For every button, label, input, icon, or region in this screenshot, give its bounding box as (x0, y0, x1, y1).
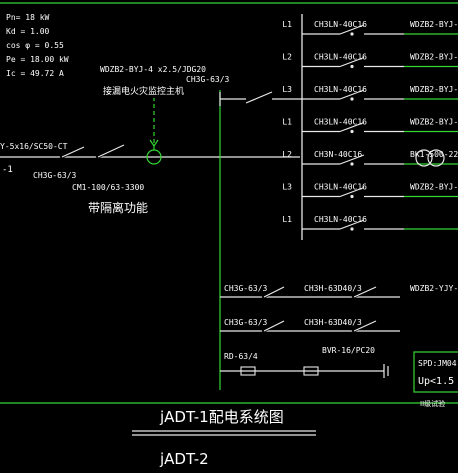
incoming-line: Y-5x16/SC50-CT -1 CH3G-63/3 CM1-100/63-3… (0, 65, 302, 390)
param-kd: Kd = 1.00 (6, 27, 50, 36)
branch-phase-label: L2 (282, 150, 292, 159)
param-pn: Pn= 18 kW (6, 13, 50, 22)
branch-breaker-label: CH3LN-40C16 (314, 20, 367, 29)
title-main: jADT-1配电系统图 (159, 408, 284, 426)
lower-b-breaker-label: CH3G-63/3 (224, 318, 268, 327)
branch-contact-dot (350, 227, 354, 231)
lower-a-rcd-label: CH3H-63D40/3 (304, 284, 362, 293)
branch-contact-dot (350, 32, 354, 36)
branch-breaker-label: CH3LN-40C16 (314, 85, 367, 94)
branch-phase-label: L1 (282, 118, 292, 127)
breaker-2-label: CH3G-63/3 (186, 75, 230, 84)
branch-phase-label: L3 (282, 183, 292, 192)
spd-line1: SPD:JM04 (418, 359, 457, 368)
branch-breaker-label: CH3LN-40C16 (314, 183, 367, 192)
fire-note: 接漏电火灾监控主机 (103, 85, 184, 97)
spd-note: II级试验 (420, 399, 445, 408)
branch-circuits: L1 CH3LN-40C16 WDZB2-BYJ- L2 CH3LN-40C16 WDZB… (282, 20, 458, 231)
branch-feeder-label: WDZB2-BYJ- (410, 53, 458, 62)
branch-contact-dot (350, 162, 354, 166)
fire-cable-label: WDZB2-BYJ-4 x2.5/JDG20 (100, 65, 206, 74)
title-next: jADT-2 (159, 450, 209, 468)
spd-breaker-label: BVR-16/PC20 (322, 346, 375, 355)
branch-phase-label: L3 (282, 85, 292, 94)
title-block: jADT-1配电系统图 jADT-2 (132, 408, 316, 468)
incoming-ref-label: -1 (2, 165, 13, 175)
branch-breaker-label: CH3LN-40C16 (314, 215, 367, 224)
spd-line2: Up<1.5 (418, 376, 454, 387)
branch-feeder-label: WDZB2-BYJ- (410, 183, 458, 192)
branch-feeder-label: WDZB2-BYJ- (410, 118, 458, 127)
branch-contact-dot (350, 194, 354, 199)
branch-feeder-label: WDZB2-BYJ- (410, 85, 458, 94)
param-pe: Pe = 18.00 kW (6, 55, 69, 64)
branch-breaker-label: CH3N-40C16 (314, 150, 362, 159)
fuse-label: RD-63/4 (224, 352, 258, 361)
branch-phase-label: L1 (282, 215, 292, 224)
branch-breaker-label: CH3LN-40C16 (314, 118, 367, 127)
branch-contact-dot (350, 129, 354, 134)
branch-contact-dot (350, 97, 354, 101)
breaker-2-contact (245, 91, 273, 104)
panel-frame (0, 2, 458, 404)
branch-feeder-label: WDZB2-BYJ- (410, 20, 458, 29)
incoming-cable-label: Y-5x16/SC50-CT (0, 142, 68, 151)
lower-a-breaker-label: CH3G-63/3 (224, 284, 268, 293)
switch-note: 带隔离功能 (88, 200, 148, 215)
lower-a-feeder-label: WDZB2-YJY- (410, 284, 458, 293)
param-cos: cos φ = 0.55 (6, 41, 64, 50)
lower-b-rcd-label: CH3H-63D40/3 (304, 318, 362, 327)
branch-phase-label: L2 (282, 53, 292, 62)
param-ic: Ic = 49.72 A (6, 69, 64, 78)
load-parameters: Pn= 18 kW Kd = 1.00 cos φ = 0.55 Pe = 18… (6, 13, 69, 78)
switch-contact (97, 144, 125, 158)
diagram-canvas: Pn= 18 kW Kd = 1.00 cos φ = 0.55 Pe = 18… (0, 2, 458, 468)
switch-label: CM1-100/63-3300 (72, 183, 144, 192)
branch-phase-label: L1 (282, 20, 292, 29)
branch-contact-dot (350, 64, 354, 69)
branch-breaker-label: CH3LN-40C16 (314, 53, 367, 62)
breaker-1-label: CH3G-63/3 (33, 171, 77, 180)
lower-circuits: CH3G-63/3 CH3H-63D40/3 WDZB2-YJY- CH3G-6… (220, 284, 458, 408)
